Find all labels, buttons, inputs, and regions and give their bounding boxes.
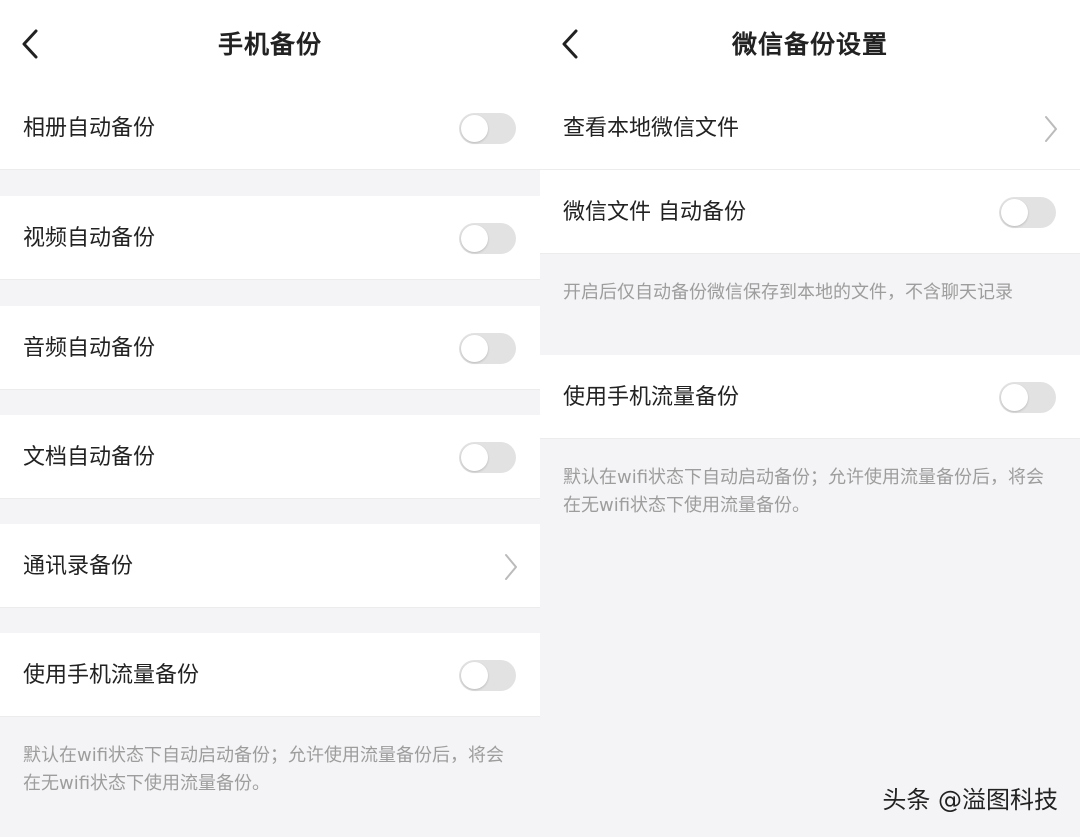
audio-backup-toggle[interactable]	[459, 333, 516, 364]
row-label: 视频自动备份	[23, 226, 156, 251]
view-local-wechat-files-row[interactable]: 查看本地微信文件	[540, 86, 1080, 170]
page-title: 微信备份设置	[731, 30, 888, 59]
toggle-knob	[461, 335, 488, 362]
row-label: 音频自动备份	[23, 336, 156, 361]
toggle-knob	[461, 444, 488, 471]
photo-backup-row[interactable]: 相册自动备份	[0, 86, 540, 170]
mobile-data-backup-row[interactable]: 使用手机流量备份	[0, 633, 540, 717]
photo-backup-toggle[interactable]	[459, 113, 516, 144]
chevron-right-icon	[1045, 116, 1057, 142]
phone-backup-panel: 手机备份 相册自动备份 视频自动备份 音频自动备份 文档自动备份 通讯录备份 使…	[0, 0, 540, 837]
document-backup-toggle[interactable]	[459, 442, 516, 473]
wechat-backup-panel: 微信备份设置 查看本地微信文件 微信文件 自动备份 开启后仅自动备份微信保存到本…	[540, 0, 1080, 837]
toggle-knob	[1001, 384, 1028, 411]
row-label: 使用手机流量备份	[23, 663, 200, 688]
row-label: 相册自动备份	[23, 116, 156, 141]
mobile-data-backup-toggle[interactable]	[459, 660, 516, 691]
row-label: 微信文件 自动备份	[563, 200, 746, 225]
wechat-backup-note: 开启后仅自动备份微信保存到本地的文件，不含聊天记录	[563, 282, 1013, 303]
document-backup-row[interactable]: 文档自动备份	[0, 415, 540, 499]
audio-backup-row[interactable]: 音频自动备份	[0, 306, 540, 390]
nav-bar: 微信备份设置	[540, 0, 1080, 87]
chevron-right-icon	[505, 554, 517, 580]
mobile-data-backup-row[interactable]: 使用手机流量备份	[540, 355, 1080, 439]
video-backup-toggle[interactable]	[459, 223, 516, 254]
mobile-data-backup-toggle[interactable]	[999, 382, 1056, 413]
toggle-knob	[1001, 199, 1028, 226]
mobile-data-note: 默认在wifi状态下自动启动备份；允许使用流量备份后，将会在无wifi状态下使用…	[563, 467, 1045, 516]
toggle-knob	[461, 662, 488, 689]
video-backup-row[interactable]: 视频自动备份	[0, 196, 540, 280]
row-label: 通讯录备份	[23, 554, 134, 579]
row-label: 查看本地微信文件	[563, 116, 740, 141]
toggle-knob	[461, 115, 488, 142]
row-label: 使用手机流量备份	[563, 385, 740, 410]
wechat-auto-backup-row[interactable]: 微信文件 自动备份	[540, 170, 1080, 254]
toggle-knob	[461, 225, 488, 252]
nav-bar: 手机备份	[0, 0, 540, 87]
contacts-backup-row[interactable]: 通讯录备份	[0, 524, 540, 608]
wechat-auto-backup-toggle[interactable]	[999, 197, 1056, 228]
watermark: 头条 @溢图科技	[882, 786, 1058, 814]
row-label: 文档自动备份	[23, 445, 156, 470]
page-title: 手机备份	[217, 30, 322, 59]
mobile-data-note: 默认在wifi状态下自动启动备份；允许使用流量备份后，将会在无wifi状态下使用…	[23, 745, 505, 794]
